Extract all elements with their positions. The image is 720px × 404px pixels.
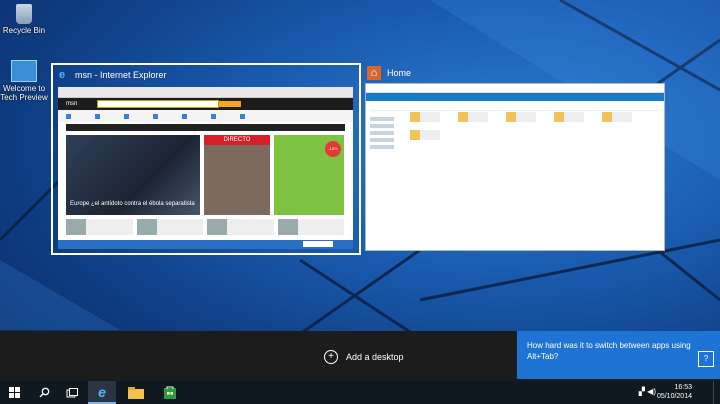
internet-explorer-icon: e — [58, 69, 66, 81]
msn-hero-story: Europe ¿el antídoto contra el ébola sepa… — [66, 135, 200, 215]
task-view-window-internet-explorer[interactable]: e msn - Internet Explorer msn Europe ¿el… — [51, 63, 361, 255]
start-button[interactable] — [0, 381, 28, 404]
taskbar-store[interactable] — [156, 381, 184, 404]
msn-nav-bar — [66, 124, 345, 131]
task-view-window-home[interactable]: ⌂ Home — [365, 63, 665, 251]
clock-date: 05/10/2014 — [656, 393, 692, 400]
msn-live-story: DIRECTO — [204, 135, 270, 215]
recycle-bin-label: Recycle Bin — [2, 26, 46, 35]
taskbar-file-explorer[interactable] — [122, 381, 150, 404]
clock[interactable]: 16:53 05/10/2014 — [657, 383, 692, 401]
show-desktop-button[interactable] — [713, 381, 720, 404]
ie-toolbar — [58, 87, 353, 98]
msn-story-row — [66, 219, 344, 235]
explorer-title — [366, 84, 664, 93]
search-button[interactable] — [30, 381, 58, 404]
msn-quick-links — [58, 110, 353, 122]
msn-search-box — [97, 100, 220, 108]
msn-logo: msn — [66, 101, 78, 107]
taskbar-internet-explorer[interactable]: e — [88, 381, 116, 404]
msn-hero-headline: Europe ¿el antídoto contra el ébola sepa… — [70, 201, 195, 207]
window-title: msn - Internet Explorer — [75, 70, 167, 80]
explorer-address-bar — [370, 103, 660, 111]
window-title: Home — [387, 68, 412, 78]
window-preview: msn Europe ¿el antídoto contra el ébola … — [58, 87, 353, 249]
explorer-ribbon — [366, 93, 664, 101]
msn-ad-badge: -10% — [325, 141, 341, 157]
file-explorer-icon — [128, 386, 144, 399]
add-desktop-label: Add a desktop — [346, 352, 404, 362]
explorer-file-list — [410, 112, 650, 140]
window-preview — [365, 83, 665, 251]
welcome-label: Welcome to Tech Preview — [0, 84, 48, 102]
network-icon: ▞ — [638, 387, 645, 396]
msn-live-label: DIRECTO — [204, 135, 270, 145]
welcome-shortcut[interactable]: Welcome to Tech Preview — [0, 60, 48, 102]
recycle-bin-icon — [16, 4, 32, 24]
search-icon — [39, 387, 49, 398]
task-view-button[interactable] — [58, 381, 86, 404]
recycle-bin-shortcut[interactable]: Recycle Bin — [0, 4, 48, 35]
msn-advert: -10% — [274, 135, 344, 215]
welcome-icon — [11, 60, 37, 82]
internet-explorer-icon: e — [98, 383, 106, 400]
system-tray[interactable]: ▞ ◀) — [639, 387, 656, 396]
window-title-bar: e msn - Internet Explorer — [53, 65, 167, 85]
ie-notification-bar — [58, 240, 353, 249]
home-folder-icon: ⌂ — [367, 66, 381, 80]
clock-time: 16:53 — [674, 384, 692, 391]
plus-icon: + — [324, 350, 338, 364]
msn-search-button — [219, 101, 242, 107]
feedback-prompt[interactable]: How hard was it to switch between apps u… — [517, 331, 720, 379]
taskbar: e ▞ ◀) 16:53 05/10/2014 — [0, 381, 720, 404]
feedback-icon: ? — [698, 351, 714, 367]
msn-header: msn — [58, 98, 353, 110]
feedback-question: How hard was it to switch between apps u… — [527, 341, 691, 361]
explorer-nav-pane — [370, 114, 402, 152]
window-title-bar: ⌂ Home — [365, 63, 411, 83]
task-view-icon — [66, 387, 78, 397]
add-desktop-button[interactable]: + Add a desktop — [324, 349, 404, 365]
volume-icon: ◀) — [647, 387, 656, 396]
store-icon — [164, 386, 176, 399]
start-icon — [8, 387, 20, 398]
